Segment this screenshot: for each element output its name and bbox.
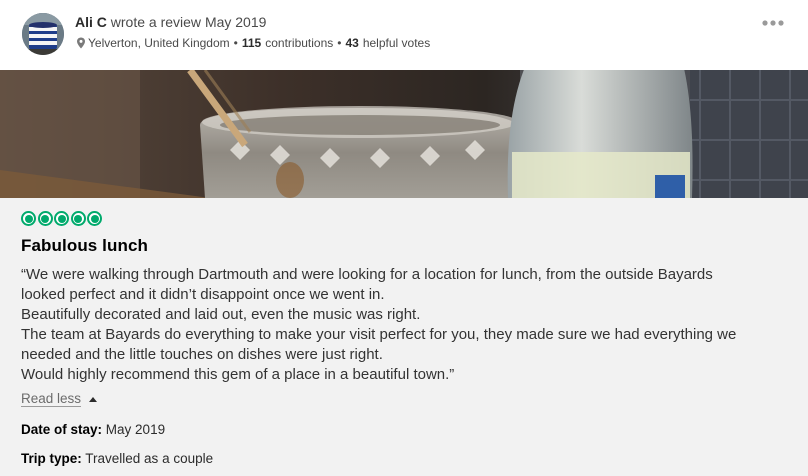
rating-bubble-icon: [37, 211, 53, 226]
meta-separator: •: [337, 36, 342, 50]
contributions-label: contributions: [265, 36, 334, 50]
review-text-line: needed and the little touches on dishes …: [21, 346, 383, 364]
rating-bubble-icon: [87, 211, 102, 226]
review-body: Fabulous lunch “We were walking through …: [0, 198, 808, 476]
review-text-line: looked perfect and it didn’t disappoint …: [21, 286, 385, 304]
author-line: Ali C wrote a review May 2019: [75, 14, 266, 30]
author-meta: Yelverton, United Kingdom • 115 contribu…: [76, 36, 430, 50]
review-text-line: Would highly recommend this gem of a pla…: [21, 366, 455, 384]
date-of-stay-value: May 2019: [105, 422, 166, 437]
caret-up-icon: [89, 397, 98, 402]
rating-bubble-icon: [70, 211, 86, 226]
rating-bubbles: [21, 211, 102, 227]
read-less-label: Read less: [21, 391, 82, 407]
avatar[interactable]: [22, 13, 64, 55]
helpful-votes-label: helpful votes: [362, 36, 431, 50]
review-text: “We were walking through Dartmouth and w…: [21, 265, 796, 386]
review-header: Ali C wrote a review May 2019 Yelverton,…: [0, 0, 808, 70]
review-title[interactable]: Fabulous lunch: [21, 236, 148, 256]
rating-bubble-icon: [54, 211, 69, 226]
date-of-stay: Date of stay: May 2019: [21, 422, 165, 437]
meta-separator: •: [233, 36, 238, 50]
map-pin-icon: [76, 37, 86, 49]
review-text-line: “We were walking through Dartmouth and w…: [21, 266, 713, 283]
ellipsis-icon: [762, 20, 784, 26]
author-location: Yelverton, United Kingdom: [88, 36, 230, 50]
date-of-stay-label: Date of stay:: [21, 422, 103, 437]
rating-bubble-icon: [21, 211, 36, 226]
review-date: May 2019: [204, 14, 267, 30]
review-text-line: The team at Bayards do everything to mak…: [21, 326, 737, 344]
avatar-image: [22, 13, 64, 55]
review-photo[interactable]: [0, 70, 808, 198]
trip-type: Trip type: Travelled as a couple: [21, 451, 213, 466]
read-less-button[interactable]: Read less: [21, 391, 98, 407]
more-options-button[interactable]: [760, 14, 786, 32]
author-name[interactable]: Ali C: [75, 14, 107, 30]
review-action: wrote a review: [110, 14, 202, 30]
trip-type-label: Trip type:: [21, 451, 82, 466]
contributions-count: 115: [241, 36, 262, 50]
helpful-votes-count: 43: [345, 36, 359, 50]
trip-type-value: Travelled as a couple: [85, 451, 214, 466]
drink-photo-image: [0, 70, 808, 198]
review-text-line: Beautifully decorated and laid out, even…: [21, 306, 421, 324]
